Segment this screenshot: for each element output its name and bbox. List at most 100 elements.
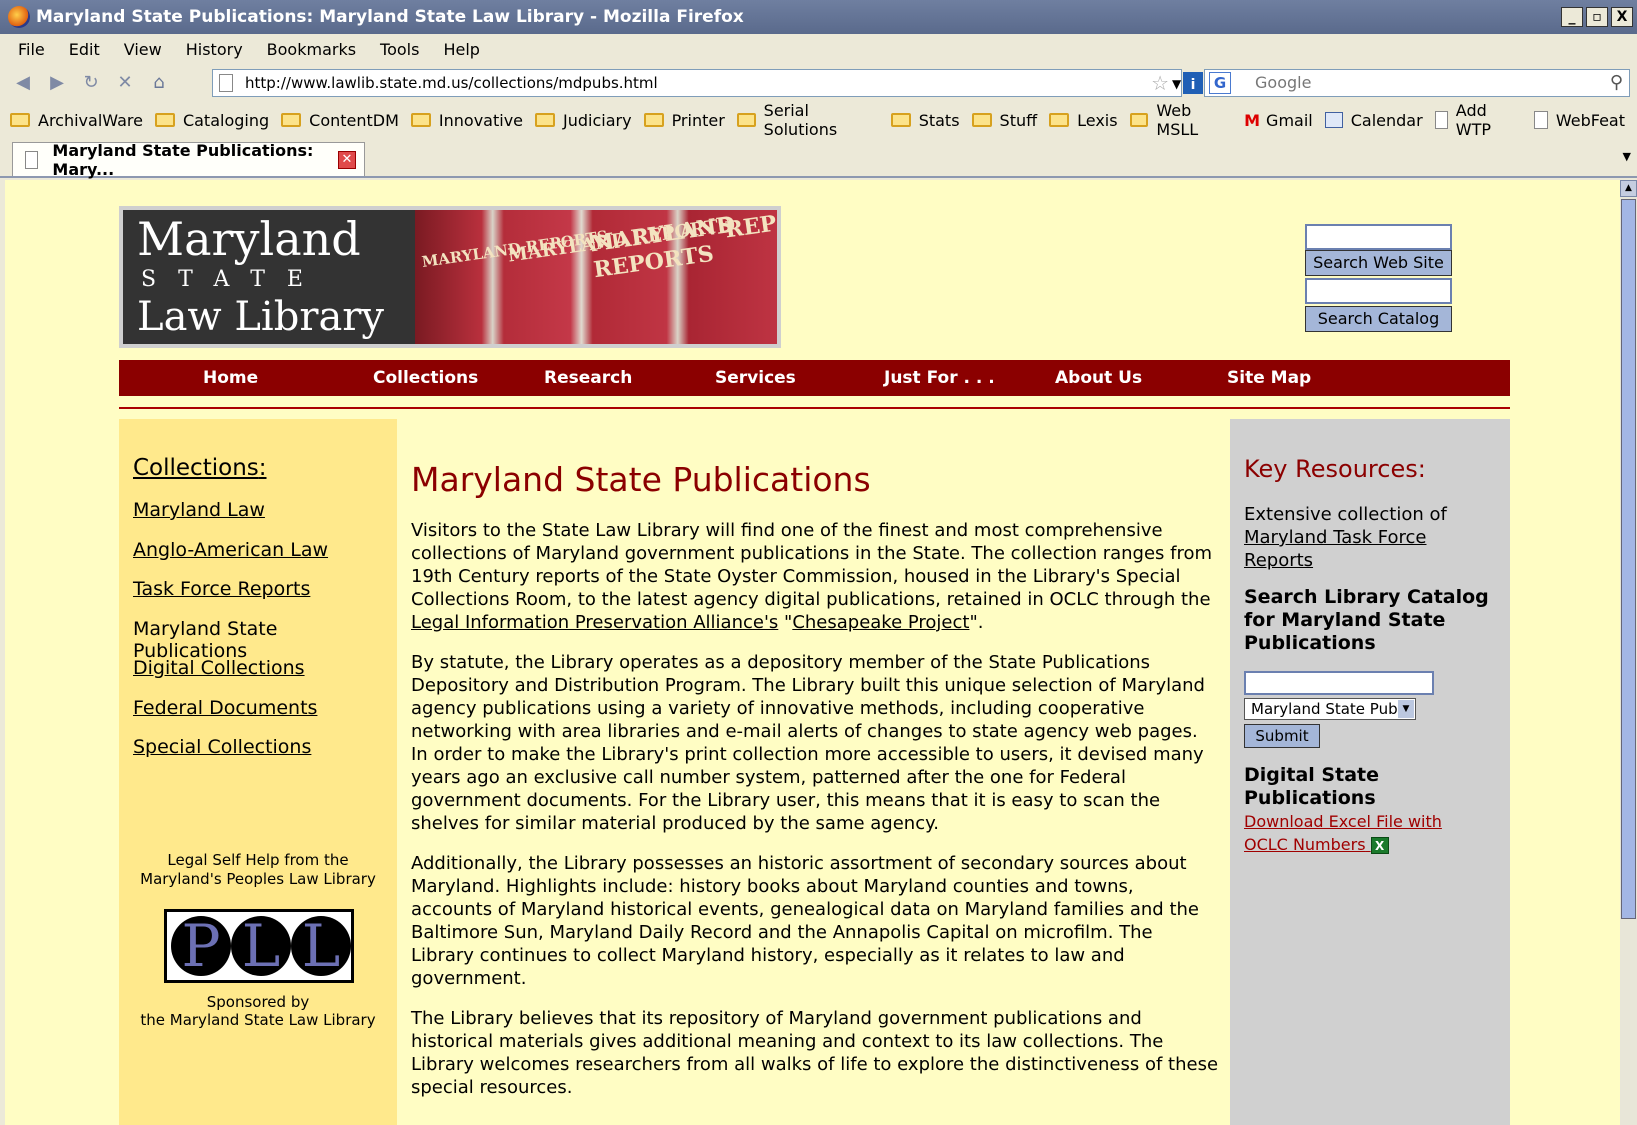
chevron-down-icon[interactable]: ▼ [1398, 700, 1414, 718]
bookmark-printer[interactable]: Printer [643, 111, 725, 130]
collections-heading[interactable]: Collections: [133, 455, 267, 481]
nav-services[interactable]: Services [715, 368, 796, 388]
google-icon[interactable]: G [1209, 72, 1231, 94]
link-digital-collections[interactable]: Digital Collections [133, 657, 305, 679]
restore-button[interactable]: ▫ [1586, 7, 1608, 27]
bookmark-cataloging[interactable]: Cataloging [154, 110, 270, 130]
vertical-scrollbar[interactable]: ▲ [1620, 180, 1637, 1125]
search-web-button[interactable]: Search Web Site [1305, 250, 1452, 276]
page-title: Maryland State Publications [411, 460, 871, 499]
bookmark-add-wtp[interactable]: Add WTP [1434, 101, 1522, 139]
home-icon[interactable]: ⌂ [148, 72, 170, 94]
logo-line2: STATE [141, 267, 325, 292]
bookmark-label: Stuff [999, 110, 1038, 130]
folder-icon [643, 113, 664, 127]
site-info-icon[interactable]: i [1183, 72, 1203, 94]
gmail-icon: M [1244, 110, 1261, 130]
title-bar: Maryland State Publications: Maryland St… [0, 0, 1637, 34]
stop-icon[interactable]: ✕ [114, 72, 136, 94]
folder-icon [410, 113, 431, 127]
site-search: Search Web Site Search Catalog [1305, 224, 1452, 332]
folder-icon [971, 113, 992, 127]
back-icon[interactable]: ◀ [12, 72, 34, 94]
search-web-input[interactable] [1305, 224, 1452, 250]
close-button[interactable]: X [1611, 7, 1633, 27]
bookmark-judiciary[interactable]: Judiciary [535, 111, 632, 130]
link-task-force[interactable]: Maryland Task Force Reports [1244, 526, 1494, 572]
bookmark-serial-solutions[interactable]: Serial Solutions [736, 101, 879, 139]
tab-list-icon[interactable]: ▼ [1623, 150, 1631, 163]
link-lipa[interactable]: Legal Information Preservation Alliance'… [411, 612, 778, 633]
menu-edit[interactable]: Edit [69, 40, 100, 59]
bookmark-innovative[interactable]: Innovative [410, 111, 523, 130]
firefox-icon [8, 6, 30, 28]
current-maryland-state-publications: Maryland State Publications [133, 618, 278, 662]
forward-icon[interactable]: ▶ [46, 72, 68, 94]
pll-letter: L [231, 916, 291, 976]
menu-tools[interactable]: Tools [380, 40, 419, 59]
bookmark-contentdm[interactable]: ContentDM [281, 111, 399, 130]
scroll-thumb[interactable] [1621, 199, 1636, 919]
search-placeholder: Google [1255, 73, 1312, 92]
calendar-icon [1324, 112, 1343, 128]
bookmark-gmail[interactable]: M Gmail [1244, 111, 1313, 130]
url-dropdown-icon[interactable]: ▼ [1172, 77, 1181, 91]
nav-collections[interactable]: Collections [373, 368, 478, 388]
menu-view[interactable]: View [124, 40, 162, 59]
link-maryland-law[interactable]: Maryland Law [133, 499, 265, 521]
submit-button[interactable]: Submit [1244, 724, 1320, 748]
bookmark-label: Lexis [1077, 110, 1118, 130]
page-icon [1533, 111, 1548, 129]
scroll-up-icon[interactable]: ▲ [1620, 180, 1637, 197]
bookmark-calendar[interactable]: Calendar [1324, 110, 1423, 130]
link-federal-documents[interactable]: Federal Documents [133, 697, 317, 719]
nav-home[interactable]: Home [203, 368, 258, 388]
bookmark-webfeat[interactable]: WebFeat [1533, 111, 1625, 130]
tab-bar: Maryland State Publications: Mary... ✕ ▼ [0, 138, 1637, 179]
link-special-collections[interactable]: Special Collections [133, 736, 311, 758]
site-logo[interactable]: MARYLAND REPORTS MARYLAND REPORTS MARYLA… [119, 206, 781, 348]
minimize-button[interactable]: _ [1561, 7, 1583, 27]
bookmark-label: Serial Solutions [763, 101, 838, 139]
nav-research[interactable]: Research [544, 368, 632, 388]
download-excel-link[interactable]: Download Excel File with OCLC Numbers X [1244, 810, 1474, 856]
nav-about-us[interactable]: About Us [1055, 368, 1142, 388]
pll-logo[interactable]: P L L [164, 909, 354, 983]
url-bar[interactable]: http://www.lawlib.state.md.us/collection… [212, 69, 1203, 97]
paragraph-1: Visitors to the State Law Library will f… [411, 520, 1213, 633]
bookmark-lexis[interactable]: Lexis [1049, 110, 1118, 130]
close-tab-icon[interactable]: ✕ [338, 151, 356, 169]
page-icon [1434, 111, 1448, 129]
bookmark-label: Cataloging [182, 110, 270, 130]
bookmark-star-icon[interactable]: ☆ [1151, 70, 1169, 96]
menu-history[interactable]: History [186, 40, 243, 59]
search-catalog-button[interactable]: Search Catalog [1305, 306, 1452, 332]
tab-active[interactable]: Maryland State Publications: Mary... ✕ [12, 141, 365, 179]
page-icon [219, 74, 233, 92]
reload-icon[interactable]: ↻ [80, 72, 102, 94]
catalog-scope-select[interactable]: Maryland State Pubs ▼ [1244, 698, 1416, 720]
key-resources-heading: Key Resources: [1244, 455, 1426, 483]
bookmark-stuff[interactable]: Stuff [971, 110, 1038, 130]
search-catalog-input[interactable] [1305, 278, 1452, 304]
right-sidebar: Key Resources: Extensive collection of M… [1230, 419, 1510, 1125]
left-sidebar: Collections: Maryland Law Anglo-American… [119, 419, 397, 1125]
link-anglo-american-law[interactable]: Anglo-American Law [133, 539, 328, 561]
bookmark-label: Calendar [1350, 110, 1423, 130]
logo-text: Maryland STATE Law Library [137, 212, 384, 340]
folder-icon [736, 113, 756, 127]
link-chesapeake-project[interactable]: Chesapeake Project [792, 612, 969, 633]
link-task-force-reports[interactable]: Task Force Reports [133, 578, 310, 600]
catalog-search-input[interactable] [1244, 671, 1434, 695]
menu-help[interactable]: Help [443, 40, 479, 59]
menu-file[interactable]: File [18, 40, 45, 59]
bookmark-stats[interactable]: Stats [890, 111, 960, 130]
search-input[interactable]: G Google ⚲ [1204, 69, 1630, 97]
nav-just-for[interactable]: Just For . . . [884, 368, 995, 388]
bookmark-web-msll[interactable]: Web MSLL [1129, 101, 1233, 139]
menu-bookmarks[interactable]: Bookmarks [267, 40, 356, 59]
nav-site-map[interactable]: Site Map [1227, 368, 1311, 388]
search-icon[interactable]: ⚲ [1610, 70, 1623, 96]
search-catalog-heading: Search Library Catalog for Maryland Stat… [1244, 586, 1489, 654]
bookmark-archivalware[interactable]: ArchivalWare [10, 111, 143, 130]
